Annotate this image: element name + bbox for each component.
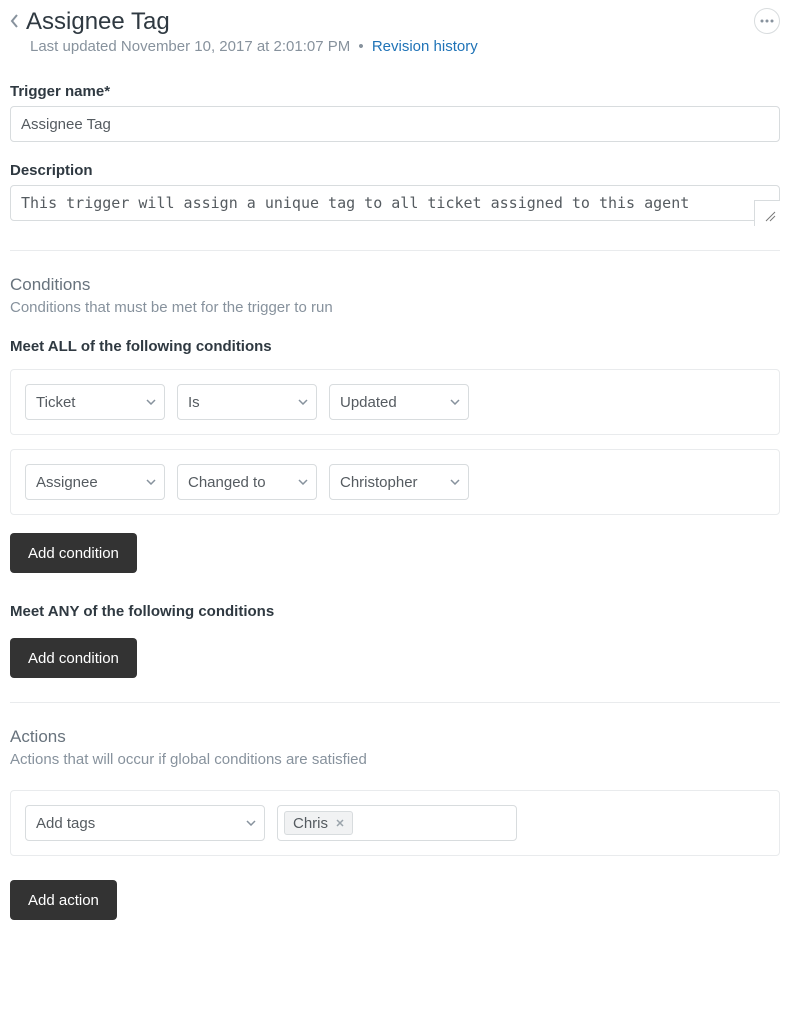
chevron-down-icon (246, 820, 256, 826)
condition-field-value: Assignee (36, 474, 98, 491)
condition-operator-value: Changed to (188, 474, 266, 491)
chevron-down-icon (298, 479, 308, 485)
add-condition-any-button[interactable]: Add condition (10, 638, 137, 678)
add-action-button[interactable]: Add action (10, 880, 117, 920)
action-row: Add tags Chris (10, 790, 780, 856)
action-field-select[interactable]: Add tags (25, 805, 265, 841)
divider (10, 702, 780, 703)
description-label: Description (10, 162, 780, 179)
condition-value: Christopher (340, 474, 418, 491)
tag-chip: Chris (284, 811, 353, 835)
ellipsis-icon (760, 19, 774, 23)
chevron-down-icon (450, 479, 460, 485)
actions-subtext: Actions that will occur if global condit… (10, 751, 780, 768)
last-updated-value: November 10, 2017 at 2:01:07 PM (121, 38, 350, 55)
condition-operator-value: Is (188, 394, 200, 411)
condition-field-value: Ticket (36, 394, 75, 411)
condition-row: Assignee Changed to Christopher (10, 449, 780, 515)
tags-input[interactable]: Chris (277, 805, 517, 841)
remove-tag-button[interactable] (332, 815, 348, 831)
condition-value: Updated (340, 394, 397, 411)
trigger-name-input[interactable] (10, 106, 780, 142)
condition-operator-select[interactable]: Is (177, 384, 317, 420)
conditions-subtext: Conditions that must be met for the trig… (10, 299, 780, 316)
condition-row: Ticket Is Updated (10, 369, 780, 435)
last-updated-line: Last updated November 10, 2017 at 2:01:0… (30, 38, 478, 55)
last-updated-prefix: Last updated (30, 38, 121, 55)
action-field-value: Add tags (36, 815, 95, 832)
resize-handle[interactable] (754, 200, 780, 226)
revision-history-link[interactable]: Revision history (372, 38, 478, 55)
condition-field-select[interactable]: Ticket (25, 384, 165, 420)
trigger-name-label: Trigger name* (10, 83, 780, 100)
chevron-down-icon (146, 399, 156, 405)
condition-value-select[interactable]: Christopher (329, 464, 469, 500)
condition-operator-select[interactable]: Changed to (177, 464, 317, 500)
back-chevron-icon[interactable] (10, 8, 20, 36)
chevron-down-icon (146, 479, 156, 485)
page-title: Assignee Tag (26, 8, 170, 36)
actions-heading: Actions (10, 727, 780, 747)
add-condition-all-button[interactable]: Add condition (10, 533, 137, 573)
meet-all-title: Meet ALL of the following conditions (10, 338, 780, 355)
more-actions-button[interactable] (754, 8, 780, 34)
condition-value-select[interactable]: Updated (329, 384, 469, 420)
tag-label: Chris (293, 815, 328, 832)
meet-any-title: Meet ANY of the following conditions (10, 603, 780, 620)
condition-field-select[interactable]: Assignee (25, 464, 165, 500)
conditions-heading: Conditions (10, 275, 780, 295)
chevron-down-icon (298, 399, 308, 405)
separator-dot: • (358, 38, 363, 55)
divider (10, 250, 780, 251)
chevron-down-icon (450, 399, 460, 405)
description-textarea[interactable] (10, 185, 780, 221)
